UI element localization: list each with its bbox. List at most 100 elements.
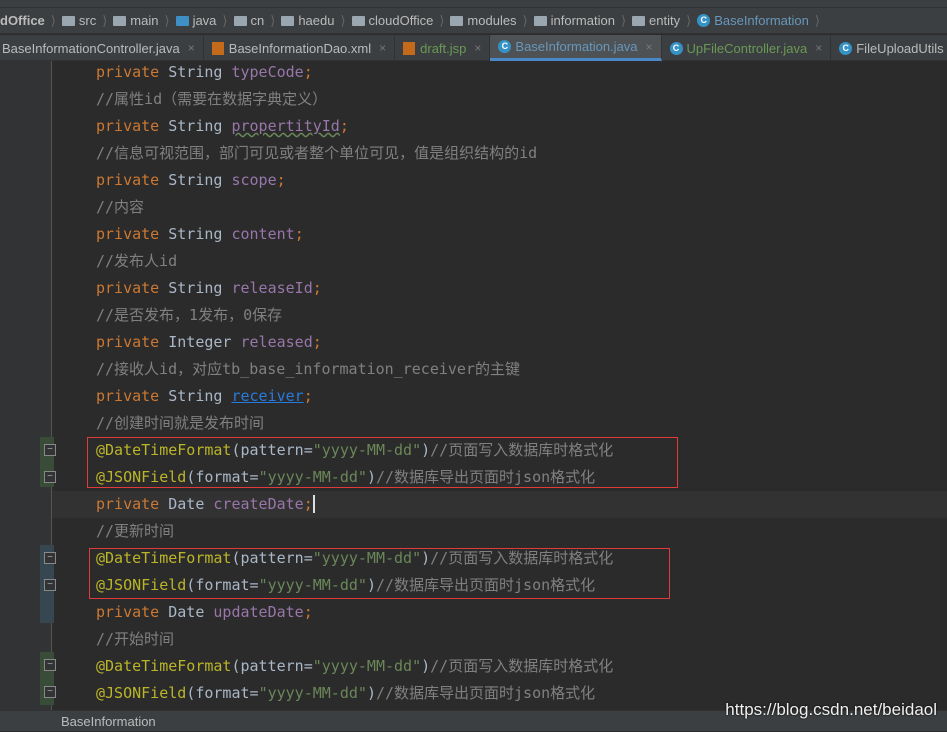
status-label: BaseInformation: [61, 714, 156, 729]
breadcrumb-item[interactable]: cloudOffice ⟩: [351, 12, 445, 29]
breadcrumb-item[interactable]: src ⟩: [61, 13, 107, 29]
code-line[interactable]: private String propertityId;: [96, 113, 947, 140]
code-line[interactable]: //创建时间就是发布时间: [96, 410, 947, 437]
editor-tabs: BaseInformationController.java × BaseInfor…: [0, 35, 947, 61]
breadcrumb-label: src: [78, 13, 97, 28]
jsp-file-icon: [403, 41, 416, 55]
code-token: String: [168, 117, 232, 135]
close-icon[interactable]: ×: [474, 41, 481, 55]
close-icon[interactable]: ×: [188, 41, 195, 55]
code-token: propertityId: [231, 117, 340, 135]
code-token: Date: [168, 603, 214, 621]
fold-icon[interactable]: −: [44, 471, 56, 483]
code-editor[interactable]: − − − − − − private String typeCode; //属性…: [0, 61, 947, 710]
package-icon: [632, 15, 646, 26]
tab-label: FileUploadUtils: [856, 40, 944, 56]
code-token: receiver: [231, 387, 304, 405]
code-line[interactable]: private String content;: [96, 221, 947, 248]
fold-icon[interactable]: −: [44, 579, 56, 591]
code-line[interactable]: //内容: [96, 194, 947, 221]
chevron-right-icon: ⟩: [814, 12, 820, 28]
code-token: "yyyy-MM-dd": [258, 684, 367, 702]
breadcrumb-item[interactable]: cn ⟩: [233, 13, 275, 29]
fold-icon[interactable]: −: [44, 444, 56, 456]
breadcrumb-item[interactable]: dOffice ⟩: [0, 13, 56, 29]
tab-label: UpFileController.java: [686, 40, 808, 56]
code-line[interactable]: private Date updateDate;: [96, 599, 947, 626]
breadcrumb-item[interactable]: main ⟩: [113, 13, 170, 29]
tab-draft-jsp[interactable]: draft.jsp ×: [395, 35, 491, 61]
code-line[interactable]: //更新时间: [96, 518, 947, 545]
class-icon: C: [498, 40, 512, 53]
code-token: "yyyy-MM-dd": [312, 657, 422, 675]
code-line[interactable]: private String releaseId;: [96, 275, 947, 302]
breadcrumb-item[interactable]: information ⟩: [533, 13, 626, 29]
xml-file-icon: [211, 41, 224, 55]
code-token: String: [168, 387, 232, 405]
code-line[interactable]: //属性id（需要在数据字典定义）: [96, 86, 947, 113]
code-token: //发布人id: [96, 252, 178, 270]
code-token: createDate: [213, 495, 304, 513]
code-token: //开始时间: [96, 630, 175, 648]
code-token: (pattern=: [231, 657, 313, 675]
tab-baseinformation-java[interactable]: C BaseInformation.java ×: [490, 35, 662, 61]
breadcrumb-label: cn: [250, 13, 265, 28]
breadcrumb-label: cloudOffice: [368, 13, 434, 28]
breadcrumb-label: entity: [649, 13, 681, 28]
class-icon: C: [697, 14, 711, 27]
close-icon[interactable]: ×: [646, 40, 653, 54]
code-token: //更新时间: [96, 522, 175, 540]
breadcrumb-item[interactable]: entity ⟩: [632, 13, 691, 29]
tab-label: BaseInformationDao.xml: [228, 40, 372, 56]
code-token: private: [96, 387, 169, 405]
code-token: //信息可视范围，部门可见或者整个单位可见，值是组织结构的id: [96, 144, 538, 162]
code-token: private: [96, 171, 169, 189]
tab-fileuploadutils[interactable]: C FileUploadUtils: [831, 35, 947, 61]
code-token: String: [168, 171, 232, 189]
code-line[interactable]: //开始时间: [96, 626, 947, 653]
highlight-box: [89, 548, 670, 599]
chevron-right-icon: ⟩: [50, 12, 56, 28]
watermark: https://blog.csdn.net/beidaol: [725, 700, 937, 719]
chevron-right-icon: ⟩: [439, 12, 445, 28]
package-icon: [351, 15, 365, 26]
code-lines[interactable]: private String typeCode; //属性id（需要在数据字典定义…: [52, 59, 947, 707]
code-line[interactable]: //是否发布，1发布，0保存: [96, 302, 947, 329]
breadcrumb-label: BaseInformation: [714, 13, 809, 28]
code-line[interactable]: @DateTimeFormat(pattern="yyyy-MM-dd")//页…: [96, 653, 947, 680]
breadcrumb-label: dOffice: [0, 13, 45, 28]
code-line[interactable]: private String typeCode;: [96, 59, 947, 86]
code-line[interactable]: private Integer released;: [96, 329, 947, 356]
gutter: − − − − − −: [0, 61, 56, 710]
code-token: private: [96, 495, 169, 513]
breadcrumb-label: modules: [467, 13, 517, 28]
code-token: //属性id（需要在数据字典定义）: [96, 90, 328, 108]
tab-upfilecontroller-java[interactable]: C UpFileController.java ×: [662, 35, 832, 61]
code-line[interactable]: private Date createDate;: [52, 491, 947, 518]
code-token: ): [366, 684, 376, 702]
code-token: String: [168, 225, 232, 243]
fold-icon[interactable]: −: [44, 659, 56, 671]
breadcrumb-item[interactable]: C BaseInformation ⟩: [697, 13, 820, 29]
code-token: //内容: [96, 198, 145, 216]
tab-baseinformationcontroller-java[interactable]: BaseInformationController.java ×: [0, 35, 204, 61]
code-line[interactable]: private String receiver;: [96, 383, 947, 410]
chevron-right-icon: ⟩: [340, 12, 346, 28]
chevron-right-icon: ⟩: [222, 12, 228, 28]
code-line[interactable]: //发布人id: [96, 248, 947, 275]
breadcrumb-item[interactable]: modules ⟩: [450, 13, 528, 29]
code-line[interactable]: private String scope;: [96, 167, 947, 194]
breadcrumb-label: java: [192, 13, 217, 28]
package-icon: [533, 15, 547, 26]
breadcrumb-item[interactable]: haedu ⟩: [281, 12, 346, 29]
tab-baseinformationdao-xml[interactable]: BaseInformationDao.xml ×: [204, 35, 396, 61]
code-line[interactable]: //信息可视范围，部门可见或者整个单位可见，值是组织结构的id: [96, 140, 947, 167]
close-icon[interactable]: ×: [815, 41, 822, 55]
fold-icon[interactable]: −: [44, 686, 56, 698]
breadcrumb-item[interactable]: java ⟩: [175, 12, 228, 29]
source-folder-icon: [175, 15, 189, 26]
fold-icon[interactable]: −: [44, 552, 56, 564]
close-icon[interactable]: ×: [379, 41, 386, 55]
code-line[interactable]: //接收人id，对应tb_base_information_receiver的主…: [96, 356, 947, 383]
chevron-right-icon: ⟩: [686, 12, 692, 28]
